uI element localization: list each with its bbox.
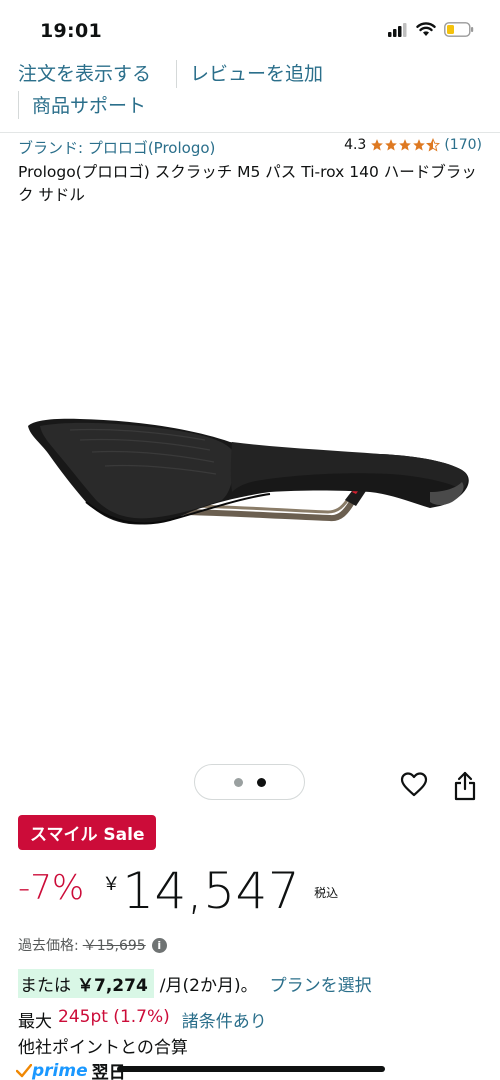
points-prefix: 最大 xyxy=(18,1012,52,1032)
share-icon[interactable] xyxy=(453,771,477,801)
wifi-icon xyxy=(416,22,436,36)
info-icon[interactable]: i xyxy=(151,937,167,953)
past-price-label: 過去価格: xyxy=(18,938,79,954)
rating-summary[interactable]: 4.3 (170) xyxy=(344,137,482,153)
brand-link[interactable]: ブランド: プロロゴ(Prologo) xyxy=(18,137,215,158)
cellular-signal-icon xyxy=(388,22,407,37)
star-full-icon xyxy=(413,139,426,151)
carousel-dot-active[interactable] xyxy=(256,777,266,787)
installment-prefix: または xyxy=(20,976,71,996)
image-carousel-indicator[interactable] xyxy=(194,764,305,800)
battery-icon xyxy=(444,22,474,37)
product-title: Prologo(プロロゴ) スクラッチ M5 パス Ti-rox 140 ハード… xyxy=(18,163,477,204)
past-price-row: 過去価格: ￥15,695 i xyxy=(18,935,167,955)
rating-count: (170) xyxy=(444,137,482,153)
prime-delivery-row: prime 翌日 xyxy=(16,1058,126,1080)
points-row: 最大 245pt (1.7%) 諸条件あり xyxy=(18,1007,267,1032)
prime-check-icon xyxy=(16,1063,32,1077)
status-bar: 19:01 xyxy=(0,0,500,56)
status-time: 19:01 xyxy=(40,20,102,42)
installment-period: /月(2か月)。 xyxy=(159,976,258,996)
star-half-icon xyxy=(426,138,441,152)
points-value: 245pt (1.7%) xyxy=(58,1007,170,1027)
installment-row: または ￥7,274 /月(2か月)。 プランを選択 xyxy=(18,969,372,998)
heart-icon[interactable] xyxy=(400,771,428,799)
installment-amount: ￥7,274 xyxy=(77,976,148,996)
divider xyxy=(18,91,19,119)
currency-symbol: ￥ xyxy=(102,874,121,895)
star-rating xyxy=(370,138,441,152)
star-full-icon xyxy=(371,139,384,151)
price-value: 14,547 xyxy=(122,862,301,920)
view-order-link[interactable]: 注文を表示する xyxy=(18,59,151,86)
prime-label: prime xyxy=(32,1060,88,1080)
add-review-link[interactable]: レビューを追加 xyxy=(190,59,323,86)
product-support-link[interactable]: 商品サポート xyxy=(32,91,146,118)
points-note: 他社ポイントとの合算 xyxy=(18,1038,188,1058)
divider xyxy=(0,132,500,133)
tax-label: 税込 xyxy=(314,886,339,900)
star-full-icon xyxy=(399,139,412,151)
star-full-icon xyxy=(385,139,398,151)
price-row: -7% ￥ 14,547 税込 xyxy=(18,862,338,920)
points-conditions-link[interactable]: 諸条件あり xyxy=(182,1007,267,1032)
past-price-value: ￥15,695 xyxy=(82,938,146,954)
status-icons xyxy=(388,22,474,37)
select-plan-link[interactable]: プランを選択 xyxy=(270,971,372,996)
divider xyxy=(176,60,177,88)
installment-highlight: または ￥7,274 xyxy=(18,969,154,998)
home-indicator[interactable] xyxy=(117,1066,385,1072)
carousel-dot[interactable] xyxy=(233,777,243,787)
rating-value: 4.3 xyxy=(344,137,367,153)
sale-badge: スマイル Sale xyxy=(18,815,157,850)
discount-percent: -7% xyxy=(18,868,85,908)
bicycle-saddle-image[interactable] xyxy=(0,230,500,750)
